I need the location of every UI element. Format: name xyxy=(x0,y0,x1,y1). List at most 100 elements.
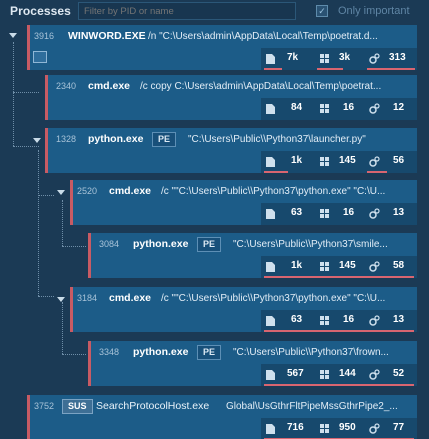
process-name: python.exe xyxy=(133,346,189,358)
window-icon xyxy=(33,51,47,63)
process-pid: 1328 xyxy=(56,134,77,144)
process-name: cmd.exe xyxy=(109,292,152,304)
gears-icon xyxy=(369,53,380,64)
modules-icon xyxy=(320,370,329,379)
caret-down-icon[interactable] xyxy=(33,138,41,143)
modules-count: 16 xyxy=(343,314,355,325)
files-count: 63 xyxy=(291,314,303,325)
file-icon xyxy=(266,370,275,380)
process-card[interactable]: 2520 cmd.exe /c ""C:\Users\Public\\Pytho… xyxy=(70,180,417,225)
process-stats: 7k 3k 313 xyxy=(261,48,417,70)
process-name: cmd.exe xyxy=(109,185,152,197)
caret-down-icon[interactable] xyxy=(57,297,65,302)
process-name: python.exe xyxy=(88,133,144,145)
modules-bar xyxy=(317,68,343,70)
modules-count: 16 xyxy=(343,207,355,218)
process-card[interactable]: 3348 python.exe PE "C:\Users\Public\\Pyt… xyxy=(88,341,417,386)
caret-down-icon[interactable] xyxy=(9,33,17,38)
file-icon xyxy=(266,262,275,272)
gears-icon xyxy=(369,423,380,434)
process-card[interactable]: 3184 cmd.exe /c ""C:\Users\Public\\Pytho… xyxy=(70,287,417,332)
file-icon xyxy=(266,104,275,114)
modules-count: 3k xyxy=(339,52,351,63)
files-count: 7k xyxy=(287,52,299,63)
tree-line xyxy=(13,92,39,93)
modules-count: 950 xyxy=(339,422,356,433)
process-name: WINWORD.EXE xyxy=(68,30,146,42)
modules-count: 144 xyxy=(339,368,356,379)
modules-icon xyxy=(320,104,329,113)
process-name: cmd.exe xyxy=(88,80,131,92)
file-icon xyxy=(266,209,275,219)
tree-line xyxy=(62,200,63,246)
only-important-checkbox[interactable]: ✓ xyxy=(316,5,328,17)
process-stats: 63 16 13 xyxy=(261,203,417,225)
modules-icon xyxy=(320,424,329,433)
modules-count: 145 xyxy=(339,155,356,166)
files-bar xyxy=(264,171,288,173)
tree-line xyxy=(62,246,86,247)
modules-count: 16 xyxy=(343,102,355,113)
panel-title: Processes xyxy=(10,4,71,18)
tree-line xyxy=(62,354,86,355)
sus-badge: SUS xyxy=(62,399,93,414)
file-icon xyxy=(266,424,275,434)
process-pid: 2340 xyxy=(56,81,77,91)
modules-icon xyxy=(320,54,329,63)
filter-input[interactable] xyxy=(78,2,296,20)
process-card[interactable]: 3084 python.exe PE "C:\Users\Public\\Pyt… xyxy=(88,233,417,278)
files-count: 1k xyxy=(291,155,303,166)
files-count: 1k xyxy=(291,260,303,271)
pe-badge: PE xyxy=(152,132,177,147)
threads-count: 77 xyxy=(393,422,405,433)
process-cmdline: /c ""C:\Users\Public\\Python37\python.ex… xyxy=(161,293,386,304)
process-cmdline: /c ""C:\Users\Public\\Python37\python.ex… xyxy=(161,186,386,197)
process-stats: 716 950 77 xyxy=(261,418,417,439)
process-stats: 84 16 12 xyxy=(261,98,417,120)
process-cmdline: /c copy C:\Users\admin\AppData\Local\Tem… xyxy=(140,81,382,92)
tree-line xyxy=(13,42,14,92)
process-cmdline: "C:\Users\Public\\Python37\launcher.py" xyxy=(188,134,366,145)
process-card[interactable]: 1328 python.exe PE "C:\Users\Public\\Pyt… xyxy=(45,128,417,173)
processes-header: Processes ✓ Only important xyxy=(0,0,429,23)
threads-count: 52 xyxy=(393,368,405,379)
process-pid: 3916 xyxy=(34,31,55,41)
process-stats: 63 16 13 xyxy=(261,310,417,332)
files-count: 716 xyxy=(287,422,304,433)
process-pid: 3084 xyxy=(99,239,120,249)
gears-icon xyxy=(369,103,380,114)
threads-count: 13 xyxy=(393,314,405,325)
process-card[interactable]: 3916 WINWORD.EXE /n "C:\Users\admin\AppD… xyxy=(27,25,417,70)
tree-line xyxy=(38,296,54,297)
file-icon xyxy=(266,316,275,326)
process-pid: 2520 xyxy=(77,186,98,196)
file-icon xyxy=(266,157,275,167)
files-bar xyxy=(264,276,414,278)
threads-count: 58 xyxy=(393,260,405,271)
process-cmdline: Global\UsGthrFltPipeMssGthrPipe2_... xyxy=(226,401,398,412)
process-card[interactable]: 3752 SUS SearchProtocolHost.exe Global\U… xyxy=(27,395,417,439)
process-pid: 3348 xyxy=(99,347,120,357)
caret-down-icon[interactable] xyxy=(57,190,65,195)
gears-icon xyxy=(369,156,380,167)
process-stats: 1k 145 56 xyxy=(261,151,417,173)
pe-badge: PE xyxy=(197,237,222,252)
process-cmdline: "C:\Users\Public\\Python37\frown... xyxy=(233,347,389,358)
tree-line xyxy=(38,150,39,296)
modules-icon xyxy=(320,316,329,325)
threads-count: 56 xyxy=(393,155,405,166)
tree-line xyxy=(38,195,54,196)
process-card[interactable]: 2340 cmd.exe /c copy C:\Users\admin\AppD… xyxy=(45,75,417,120)
threads-bar xyxy=(367,171,387,173)
file-icon xyxy=(266,54,275,64)
modules-count: 145 xyxy=(339,260,356,271)
process-pid: 3752 xyxy=(34,401,55,411)
files-count: 84 xyxy=(291,102,303,113)
files-count: 63 xyxy=(291,207,303,218)
process-name: SearchProtocolHost.exe xyxy=(96,400,210,412)
files-count: 567 xyxy=(287,368,304,379)
gears-icon xyxy=(369,261,380,272)
process-name: python.exe xyxy=(133,238,189,250)
threads-count: 12 xyxy=(393,102,405,113)
modules-icon xyxy=(320,157,329,166)
